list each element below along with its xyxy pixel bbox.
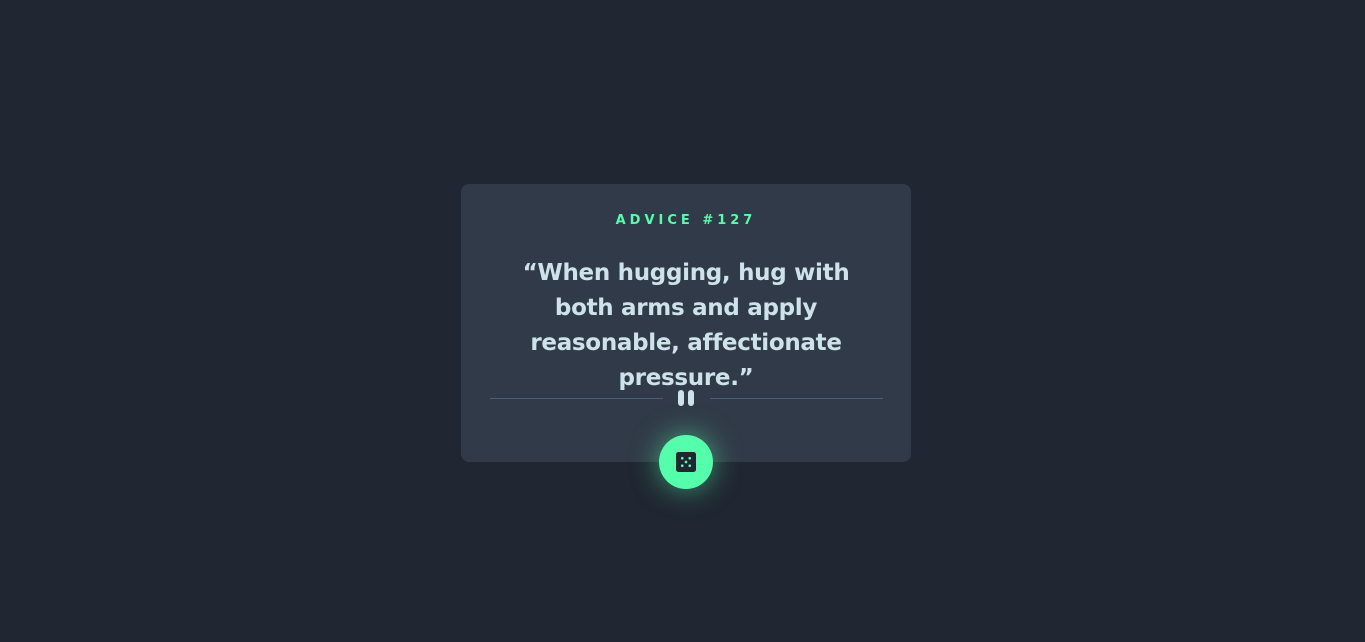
divider-line-left (490, 397, 663, 399)
advice-card: ADVICE #127 “When hugging, hug with both… (461, 184, 911, 462)
pause-icon (677, 390, 697, 406)
pattern-divider (490, 390, 883, 406)
divider-line-right (710, 397, 883, 399)
dice-icon (676, 452, 696, 472)
advice-quote: “When hugging, hug with both arms and ap… (522, 260, 850, 391)
advice-id-label: ADVICE #127 (615, 213, 757, 228)
generate-advice-button[interactable] (659, 435, 713, 489)
